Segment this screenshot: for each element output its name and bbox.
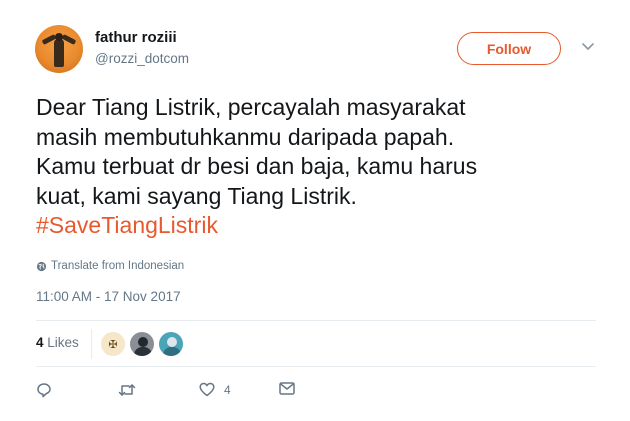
follow-button[interactable]: Follow xyxy=(457,32,561,65)
retweet-icon xyxy=(118,384,136,396)
like-count: 4 xyxy=(224,382,231,397)
likes-number: 4 xyxy=(36,335,44,350)
liker-avatar-glyph: ✠ xyxy=(108,338,118,351)
tweet-text-line: Kamu terbuat dr besi dan baja, kamu haru… xyxy=(36,153,478,179)
direct-message-button[interactable] xyxy=(279,382,295,395)
user-handle[interactable]: @rozzi_dotcom xyxy=(95,51,189,66)
tweet-text: Dear Tiang Listrik, percayalah masyaraka… xyxy=(36,93,596,241)
reply-button[interactable] xyxy=(36,382,52,398)
heart-icon xyxy=(199,382,215,397)
tweet-text-line: Dear Tiang Listrik, percayalah masyaraka… xyxy=(36,94,466,120)
tweet-timestamp[interactable]: 11:00 AM - 17 Nov 2017 xyxy=(36,289,181,304)
like-button[interactable]: 4 xyxy=(199,382,231,397)
translate-label: Translate from Indonesian xyxy=(51,260,185,272)
likes-label: Likes xyxy=(47,335,79,350)
translate-link[interactable]: Translate from Indonesian xyxy=(36,260,184,272)
avatar-figure-body xyxy=(54,39,64,67)
envelope-icon xyxy=(279,382,295,395)
avatar-figure-head xyxy=(55,33,63,41)
liker-avatar[interactable] xyxy=(129,331,155,357)
avatar-figure-head xyxy=(167,337,177,347)
avatar-figure-body xyxy=(134,347,152,356)
avatar-figure-head xyxy=(138,337,148,347)
reply-icon xyxy=(37,383,51,398)
vertical-divider xyxy=(91,329,92,359)
liker-avatar[interactable]: ✠ xyxy=(100,331,126,357)
likes-count[interactable]: 4 Likes xyxy=(36,335,79,350)
hashtag-link[interactable]: #SaveTiangListrik xyxy=(36,212,218,238)
divider xyxy=(36,366,596,367)
liker-avatar[interactable] xyxy=(158,331,184,357)
tweet-text-line: kuat, kami sayang Tiang Listrik. xyxy=(36,182,357,209)
tweet-text-line: masih membutuhkanmu daripada papah. xyxy=(36,123,455,150)
user-avatar[interactable] xyxy=(35,25,83,73)
retweet-button[interactable] xyxy=(118,382,136,398)
user-display-name[interactable]: fathur roziii xyxy=(95,29,177,46)
avatar-figure-body xyxy=(163,347,181,356)
chevron-down-icon[interactable] xyxy=(580,41,596,53)
globe-icon xyxy=(36,261,47,271)
divider xyxy=(36,320,596,321)
